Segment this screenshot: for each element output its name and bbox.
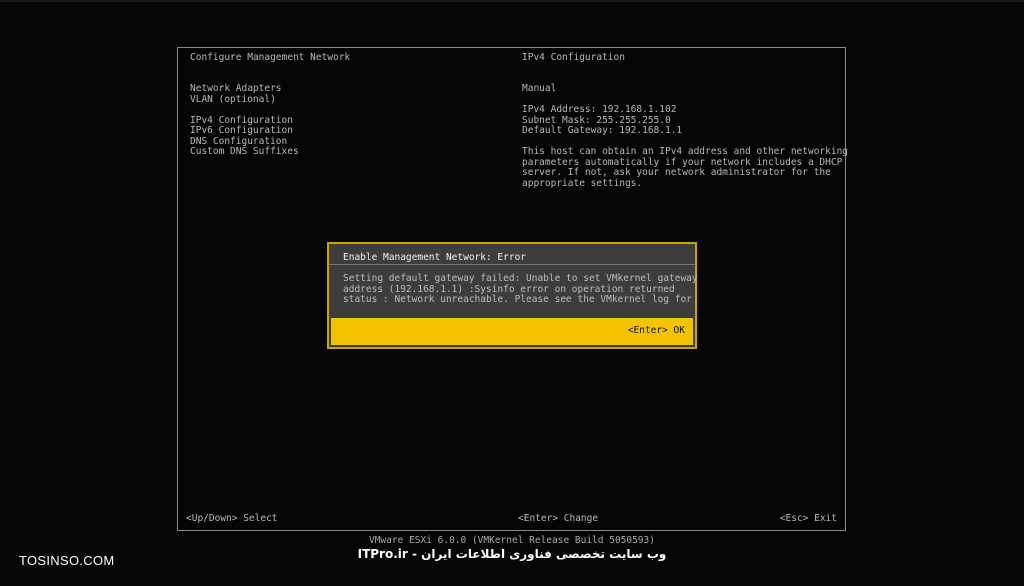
menu-item-vlan[interactable]: VLAN (optional) <box>190 94 299 106</box>
menu-item-custom-dns-suffixes[interactable]: Custom DNS Suffixes <box>190 146 299 158</box>
error-dialog: Enable Management Network: Error Setting… <box>327 242 698 349</box>
select-hint: <Up/Down> Select <box>186 513 278 524</box>
esxi-version: VMware ESXi 6.0.0 (VMKernel Release Buil… <box>369 535 655 546</box>
menu-item-ipv6-configuration[interactable]: IPv6 Configuration <box>190 125 299 137</box>
description-line: appropriate settings. <box>522 177 643 189</box>
ipv4-details: Manual IPv4 Address: 192.168.1.102 Subne… <box>522 83 849 189</box>
description-line: server. If not, ask your network adminis… <box>522 167 831 178</box>
dialog-message-line: status : Network unreachable. Please see… <box>343 294 692 305</box>
dialog-message-line: Setting default gateway failed: Unable t… <box>343 273 698 284</box>
dialog-message: Setting default gateway failed: Unable t… <box>343 273 698 306</box>
right-panel-title: IPv4 Configuration <box>522 52 625 63</box>
ok-button[interactable]: <Enter> OK <box>628 325 685 337</box>
description-line: This host can obtain an IPv4 address and… <box>522 146 849 157</box>
exit-hint[interactable]: <Esc> Exit <box>780 513 837 525</box>
ipv4-mode: Manual <box>522 83 557 94</box>
menu-item-network-adapters[interactable]: Network Adapters <box>190 83 299 95</box>
ipv4-address: IPv4 Address: 192.168.1.102 <box>522 104 677 115</box>
dialog-button-bar: <Enter> OK <box>331 318 693 345</box>
top-border <box>0 0 1024 2</box>
dialog-title: Enable Management Network: Error <box>343 252 527 263</box>
menu-list: Network Adapters VLAN (optional) IPv4 Co… <box>190 83 299 158</box>
dialog-header: Enable Management Network: Error <box>329 244 695 265</box>
default-gateway: Default Gateway: 192.168.1.1 <box>522 125 683 136</box>
watermark-center: ITPro.ir - وب سایت تخصصی فناوری اطلاعات … <box>357 547 667 561</box>
left-panel-title: Configure Management Network <box>190 52 351 63</box>
key-hints-bar: <Up/Down> Select <Enter> Change <Esc> Ex… <box>186 513 837 526</box>
change-hint: <Enter> Change <box>518 513 599 524</box>
